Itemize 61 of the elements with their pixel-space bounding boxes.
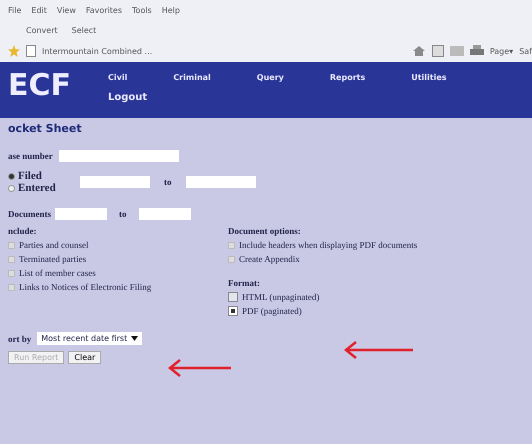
menu-item[interactable]: Tools [132,6,152,14]
option-label: Entered [18,182,56,194]
logo: ECF [8,67,72,105]
checkbox[interactable] [8,284,15,290]
home-icon[interactable] [412,45,426,57]
page-menu[interactable]: Page▾ [490,46,514,56]
print-icon[interactable] [470,45,484,57]
annotation-arrow [344,340,414,360]
section-label: nclude: [8,226,38,236]
document-to-field[interactable] [138,208,190,220]
option-label: Terminated parties [19,254,86,264]
radio-button[interactable] [228,306,238,316]
menu-item[interactable]: Edit [31,6,47,14]
option-label: Create Appendix [239,254,300,264]
nav-menu-item[interactable]: Criminal [173,72,211,82]
page-icon [26,45,36,57]
radio-button[interactable] [8,172,15,180]
annotation-arrow [168,358,232,378]
option-label: Filed [18,170,42,182]
checkbox[interactable] [8,242,15,248]
date-to-field[interactable] [186,176,256,188]
menu-item[interactable]: Favorites [86,6,122,14]
page-title: ocket Sheet [8,122,83,137]
field-label: ase number [8,151,53,161]
sort-dropdown[interactable]: Most recent date first [37,332,142,345]
checkbox[interactable] [8,256,15,262]
nav-menu-item[interactable]: Civil [108,72,128,82]
document-from-field[interactable] [55,208,107,220]
nav-menu-item[interactable]: Query [256,72,284,82]
toolbar-link[interactable]: Select [72,26,96,34]
option-label: PDF (paginated) [242,306,302,316]
section-label: Format: [228,278,261,288]
nav-menu-item[interactable]: Utilities [411,72,447,82]
safety-menu[interactable]: Saf [519,46,532,56]
option-label: List of member cases [19,268,96,278]
radio-button[interactable] [8,184,15,192]
browser-tab[interactable]: Intermountain Combined ... [42,46,152,56]
field-label: Documents [8,209,51,219]
sort-label: ort by [8,334,32,344]
caret-icon [131,336,138,341]
to-label: to [119,209,126,219]
form-button[interactable]: Clear [68,351,102,364]
nav-menu-item[interactable]: Reports [330,72,366,82]
date-from-field[interactable] [80,176,150,188]
star-icon[interactable] [8,45,20,57]
option-label: Parties and counsel [19,240,88,250]
checkbox[interactable] [228,256,235,262]
section-label: Document options: [228,226,302,236]
menu-item[interactable]: Help [162,6,180,14]
radio-button[interactable] [228,292,238,302]
menu-item[interactable]: View [56,6,76,14]
option-label: HTML (unpaginated) [242,292,320,302]
checkbox[interactable] [228,242,235,248]
logout-link[interactable]: Logout [108,92,447,103]
to-label: to [164,177,172,187]
option-label: Links to Notices of Electronic Filing [19,282,152,292]
checkbox[interactable] [8,270,15,276]
case-number-field[interactable] [58,150,179,162]
option-label: Include headers when displaying PDF documents [239,240,418,250]
menu-item[interactable]: File [8,6,22,14]
toolbar-link[interactable]: Convert [26,26,58,34]
